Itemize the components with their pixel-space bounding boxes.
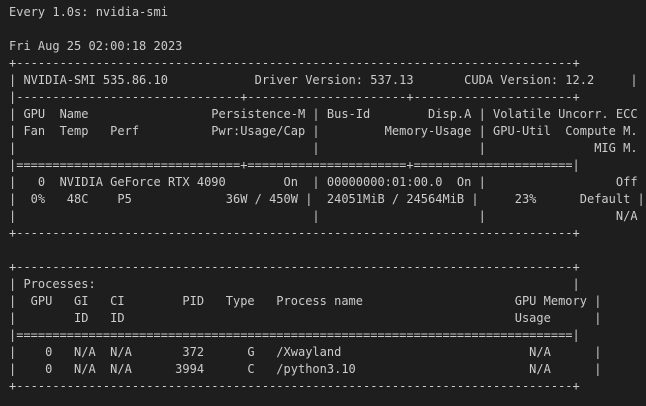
- gpu-row-3: | | | N/A |: [9, 209, 646, 223]
- table-border-bottom: +---------------------------------------…: [9, 226, 580, 240]
- processes-border-bottom: +---------------------------------------…: [9, 379, 580, 393]
- table-header-row-3: | | | MIG M. |: [9, 141, 646, 155]
- version-line: | NVIDIA-SMI 535.86.10 Driver Version: 5…: [9, 73, 638, 87]
- timestamp: Fri Aug 25 02:00:18 2023: [9, 39, 183, 53]
- watch-header: Every 1.0s: nvidia-smi: [9, 5, 168, 19]
- processes-table: +---------------------------------------…: [9, 259, 646, 395]
- table-separator: |-------------------------------+-------…: [9, 90, 580, 104]
- process-row: | 0 N/A N/A 372 G /Xwayland N/A |: [9, 345, 602, 359]
- process-row: | 0 N/A N/A 3994 C /python3.10 N/A |: [9, 362, 602, 376]
- table-header-row-1: | GPU Name Persistence-M | Bus-Id Disp.A…: [9, 107, 646, 121]
- processes-header-row-1: | GPU GI CI PID Type Process name GPU Me…: [9, 294, 602, 308]
- gpu-row-2: | 0% 48C P5 36W / 450W | 24051MiB / 2456…: [9, 192, 645, 206]
- gpu-row-1: | 0 NVIDIA GeForce RTX 4090 On | 0000000…: [9, 175, 646, 189]
- gpu-status-table: +---------------------------------------…: [9, 55, 646, 242]
- processes-double-separator: |=======================================…: [9, 328, 580, 342]
- processes-border-top: +---------------------------------------…: [9, 260, 580, 274]
- terminal-window[interactable]: Every 1.0s: nvidia-smi Fri Aug 25 02:00:…: [0, 0, 646, 406]
- processes-header-row-2: | ID ID Usage |: [9, 311, 602, 325]
- table-double-separator: |===============================+=======…: [9, 158, 580, 172]
- table-header-row-2: | Fan Temp Perf Pwr:Usage/Cap | Memory-U…: [9, 124, 646, 138]
- table-border-top: +---------------------------------------…: [9, 56, 580, 70]
- processes-title: | Processes: |: [9, 277, 580, 291]
